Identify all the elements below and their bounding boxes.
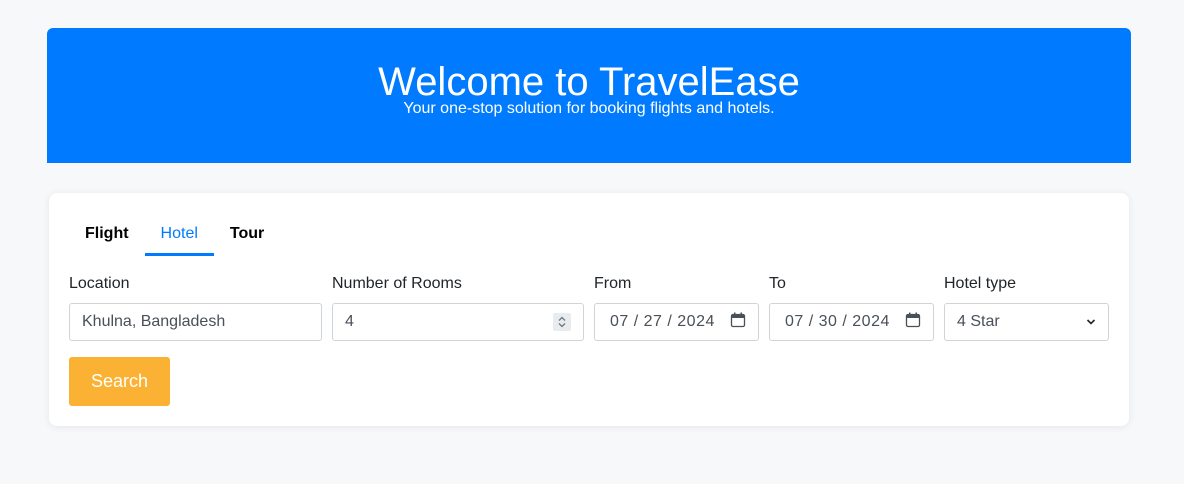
hotel-type-select[interactable]: 4 Star — [944, 303, 1109, 341]
to-date-field: To 07 / 30 / 2024 — [769, 273, 934, 341]
to-date-input[interactable]: 07 / 30 / 2024 — [769, 303, 934, 341]
from-date-value: 07 / 27 / 2024 — [610, 313, 715, 330]
tab-tour[interactable]: Tour — [214, 215, 280, 256]
tab-flight[interactable]: Flight — [69, 215, 145, 256]
to-date-value: 07 / 30 / 2024 — [785, 313, 890, 330]
number-stepper-icon[interactable] — [553, 313, 571, 331]
tab-hotel[interactable]: Hotel — [144, 215, 214, 256]
rooms-field: Number of Rooms 4 — [332, 273, 584, 341]
chevron-down-icon — [1086, 313, 1096, 331]
location-value: Khulna, Bangladesh — [82, 313, 226, 330]
calendar-icon[interactable] — [905, 312, 921, 333]
rooms-label: Number of Rooms — [332, 275, 462, 292]
from-label: From — [594, 275, 632, 292]
hotel-type-value: 4 Star — [957, 313, 1000, 330]
calendar-icon[interactable] — [730, 312, 746, 333]
to-label: To — [769, 275, 786, 292]
page-subtitle: Your one-stop solution for booking fligh… — [403, 100, 775, 117]
search-card: Flight Hotel Tour Location Khulna, Bangl… — [49, 193, 1129, 426]
search-button[interactable]: Search — [69, 357, 170, 406]
from-date-input[interactable]: 07 / 27 / 2024 — [594, 303, 759, 341]
location-label: Location — [69, 275, 130, 292]
hero-banner: Welcome to TravelEase Your one-stop solu… — [47, 28, 1131, 163]
rooms-value: 4 — [345, 313, 354, 330]
location-input[interactable]: Khulna, Bangladesh — [69, 303, 322, 341]
rooms-input[interactable]: 4 — [332, 303, 584, 341]
location-field: Location Khulna, Bangladesh — [69, 273, 322, 341]
from-date-field: From 07 / 27 / 2024 — [594, 273, 759, 341]
hotel-type-label: Hotel type — [944, 275, 1017, 292]
page-title: Welcome to TravelEase — [378, 60, 800, 104]
hotel-type-field: Hotel type 4 Star — [944, 273, 1109, 341]
booking-tabs: Flight Hotel Tour — [69, 215, 280, 257]
